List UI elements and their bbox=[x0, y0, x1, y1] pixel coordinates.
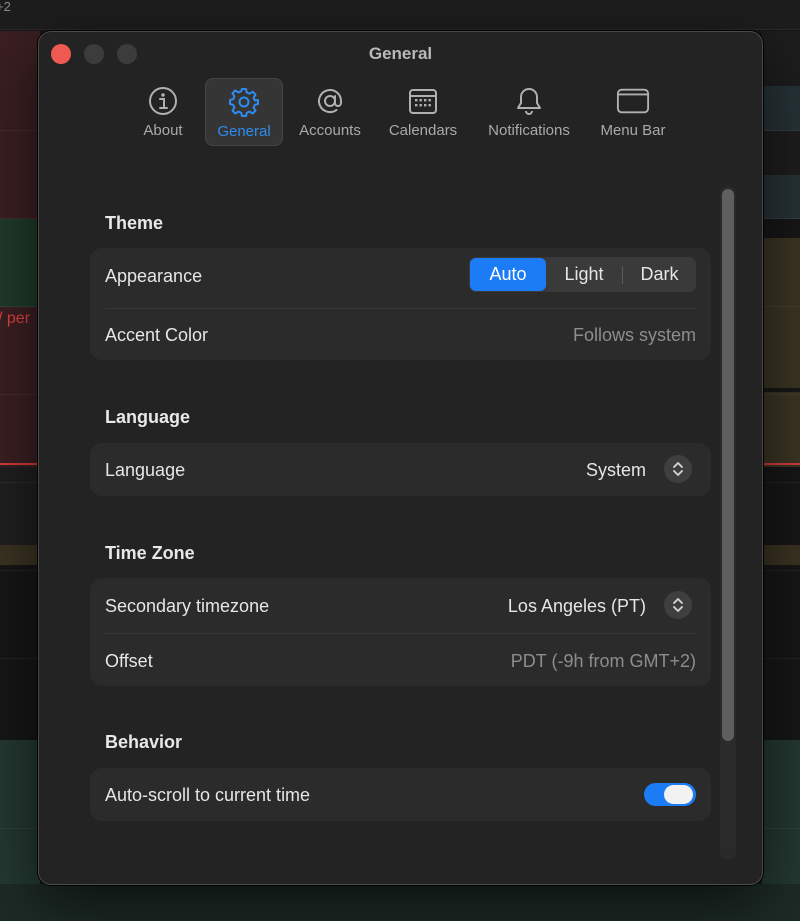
language-popup-value[interactable]: System bbox=[586, 460, 646, 481]
appearance-label: Appearance bbox=[105, 266, 203, 286]
tab-notifications[interactable]: Notifications bbox=[477, 78, 581, 146]
theme-card: Appearance Auto Light Dark Accent Color … bbox=[90, 248, 711, 360]
tab-accounts[interactable]: Accounts bbox=[293, 78, 367, 146]
background-event-block bbox=[0, 467, 40, 545]
offset-label: Offset bbox=[105, 651, 153, 671]
background-top-strip: +2 bbox=[0, 0, 800, 30]
offset-value: PDT (-9h from GMT+2) bbox=[510, 651, 696, 671]
background-top-text: +2 bbox=[0, 0, 11, 14]
settings-window: General About General Accounts Calendars… bbox=[38, 31, 763, 885]
background-event-block bbox=[762, 131, 800, 175]
background-event-block bbox=[762, 238, 800, 388]
window-title: General bbox=[368, 44, 433, 63]
background-event-block bbox=[762, 175, 800, 219]
background-event-block bbox=[0, 545, 40, 565]
background-event-text: / per bbox=[0, 310, 31, 327]
tab-general[interactable]: General bbox=[205, 78, 283, 146]
secondary-timezone-popup-value[interactable]: Los Angeles (PT) bbox=[508, 596, 646, 617]
tab-notifications-label: Notifications bbox=[488, 122, 570, 139]
background-event-block bbox=[762, 392, 800, 467]
language-label: Language bbox=[105, 460, 186, 480]
section-title-time-zone: Time Zone bbox=[105, 543, 195, 563]
current-time-line bbox=[762, 463, 800, 465]
toggle-knob bbox=[664, 785, 693, 804]
secondary-timezone-label: Secondary timezone bbox=[105, 596, 270, 616]
appearance-option-light[interactable]: Light bbox=[546, 258, 622, 291]
at-sign-icon bbox=[313, 84, 347, 118]
tab-about[interactable]: About bbox=[135, 78, 191, 146]
language-row: Language System bbox=[90, 443, 711, 496]
background-event-block bbox=[762, 545, 800, 565]
background-event-block bbox=[0, 307, 40, 467]
section-title-language: Language bbox=[105, 407, 191, 427]
menu-bar-icon bbox=[616, 84, 650, 118]
title-bar: General bbox=[39, 32, 762, 76]
chevron-up-down-icon[interactable] bbox=[664, 455, 692, 483]
gear-icon bbox=[227, 85, 261, 119]
section-title-theme: Theme bbox=[105, 213, 164, 233]
auto-scroll-label: Auto-scroll to current time bbox=[105, 785, 311, 805]
background-event-block bbox=[0, 884, 800, 921]
calendar-icon bbox=[406, 84, 440, 118]
time-zone-card: Secondary timezone Los Angeles (PT) Offs… bbox=[90, 578, 711, 686]
info-icon bbox=[146, 84, 180, 118]
tab-calendars-label: Calendars bbox=[388, 122, 458, 139]
chevron-up-down-icon[interactable] bbox=[664, 591, 692, 619]
section-title-behavior: Behavior bbox=[105, 732, 183, 752]
background-event-block bbox=[0, 219, 40, 307]
background-event-block bbox=[762, 31, 800, 86]
tab-menu-bar[interactable]: Menu Bar bbox=[593, 78, 673, 146]
bell-icon bbox=[512, 84, 546, 118]
behavior-card: Auto-scroll to current time bbox=[90, 768, 711, 821]
accent-color-label: Accent Color bbox=[105, 325, 209, 345]
appearance-segmented-control[interactable]: Auto Light Dark bbox=[469, 257, 696, 292]
appearance-option-dark[interactable]: Dark bbox=[623, 258, 696, 291]
background-event-block bbox=[762, 86, 800, 131]
auto-scroll-toggle[interactable] bbox=[644, 783, 696, 806]
accent-color-value: Follows system bbox=[572, 325, 696, 345]
current-time-line bbox=[0, 463, 40, 465]
auto-scroll-row: Auto-scroll to current time bbox=[90, 768, 711, 821]
scrollbar-thumb[interactable] bbox=[722, 189, 734, 741]
tab-about-label: About bbox=[143, 122, 183, 139]
appearance-row: Appearance Auto Light Dark bbox=[90, 248, 711, 305]
language-card: Language System bbox=[90, 443, 711, 496]
offset-row: Offset PDT (-9h from GMT+2) bbox=[90, 634, 711, 686]
secondary-timezone-row: Secondary timezone Los Angeles (PT) bbox=[90, 578, 711, 632]
tab-general-label: General bbox=[217, 123, 271, 140]
tab-calendars[interactable]: Calendars bbox=[381, 78, 465, 146]
preferences-toolbar: About General Accounts Calendars Notific… bbox=[39, 76, 762, 150]
tab-menu-bar-label: Menu Bar bbox=[600, 122, 666, 139]
appearance-option-auto[interactable]: Auto bbox=[470, 258, 546, 291]
accent-color-row: Accent Color Follows system bbox=[90, 309, 711, 360]
background-event-block bbox=[0, 31, 40, 219]
tab-accounts-label: Accounts bbox=[299, 122, 361, 139]
